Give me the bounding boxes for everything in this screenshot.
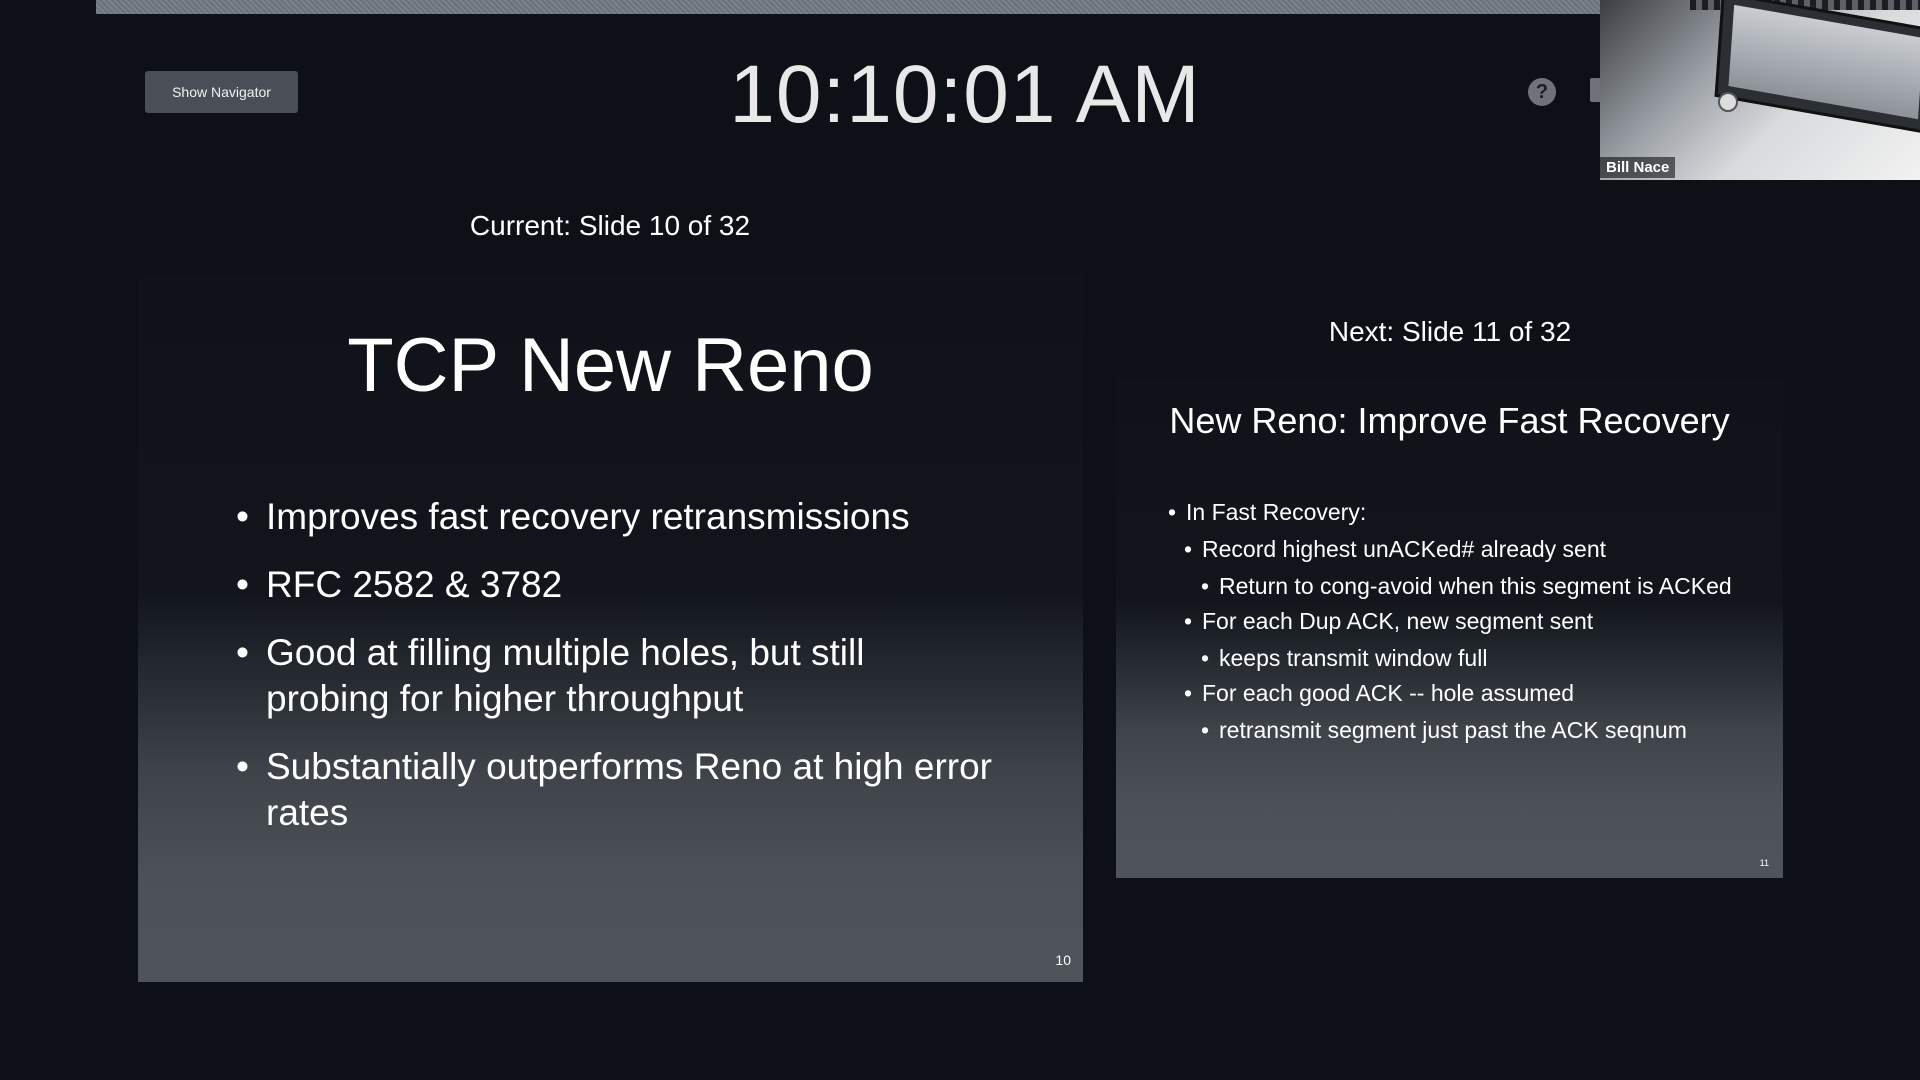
video-projection-screen — [1714, 0, 1920, 135]
bullet-text: Substantially outperforms Reno at high e… — [266, 746, 992, 833]
bullet-text: For each Dup ACK, new segment sent — [1202, 608, 1594, 634]
bullet-text: In Fast Recovery: — [1186, 499, 1367, 525]
bullet-text: retransmit segment just past the ACK seq… — [1219, 717, 1687, 743]
current-slide-page-number: 10 — [1055, 952, 1071, 968]
current-slide-label: Current: Slide 10 of 32 — [469, 210, 751, 241]
next-slide-bullets: • In Fast Recovery: • Record highest unACK… — [1168, 498, 1746, 751]
bullet-text: keeps transmit window full — [1219, 645, 1488, 671]
list-item: • Substantially outperforms Reno at high … — [236, 746, 992, 833]
list-item: • Good at filling multiple holes, but sti… — [236, 632, 865, 719]
current-slide: TCP New Reno • Improves fast recovery ret… — [138, 274, 1083, 982]
show-navigator-button[interactable]: Show Navigator — [145, 71, 298, 113]
top-edge-strip — [96, 0, 1600, 14]
bullet-text: For each good ACK -- hole assumed — [1202, 680, 1575, 706]
list-item: • Return to cong-avoid when this segment … — [1201, 573, 1732, 599]
bullet-text: Improves fast recovery retransmissions — [266, 496, 910, 537]
current-slide-title: TCP New Reno — [347, 323, 874, 408]
current-slide-bullets: • Improves fast recovery retransmissions … — [236, 494, 996, 858]
list-item: • For each good ACK -- hole assumed — [1184, 680, 1575, 706]
bullet-text: Good at filling multiple holes, but stil… — [266, 632, 865, 719]
next-slide: New Reno: Improve Fast Recovery • In Fast… — [1116, 378, 1783, 878]
video-thumbnail[interactable]: Bill Nace — [1600, 0, 1920, 180]
next-slide-label: Next: Slide 11 of 32 — [1328, 316, 1572, 347]
bullet-text: Record highest unACKed# already sent — [1202, 536, 1607, 562]
list-item: • Record highest unACKed# already sent — [1184, 536, 1607, 562]
participant-name: Bill Nace — [1600, 157, 1676, 178]
list-item: • In Fast Recovery: — [1168, 499, 1367, 525]
presenter-view: Show Navigator 10:10:01 AM ? Bill Nace C… — [0, 0, 1920, 1080]
list-item: • keeps transmit window full — [1201, 645, 1488, 671]
bullet-text: Return to cong-avoid when this segment i… — [1219, 573, 1732, 599]
list-item: • For each Dup ACK, new segment sent — [1184, 608, 1594, 634]
next-slide-page-number: 11 — [1759, 858, 1769, 868]
clock-display: 10:10:01 AM — [729, 49, 1201, 140]
list-item: • retransmit segment just past the ACK se… — [1201, 717, 1687, 743]
next-slide-title: New Reno: Improve Fast Recovery — [1169, 400, 1730, 441]
list-item: • Improves fast recovery retransmissions — [236, 496, 910, 537]
help-icon[interactable]: ? — [1528, 78, 1556, 106]
bullet-text: RFC 2582 & 3782 — [266, 564, 563, 605]
list-item: • RFC 2582 & 3782 — [236, 564, 563, 605]
video-person — [1718, 92, 1738, 112]
